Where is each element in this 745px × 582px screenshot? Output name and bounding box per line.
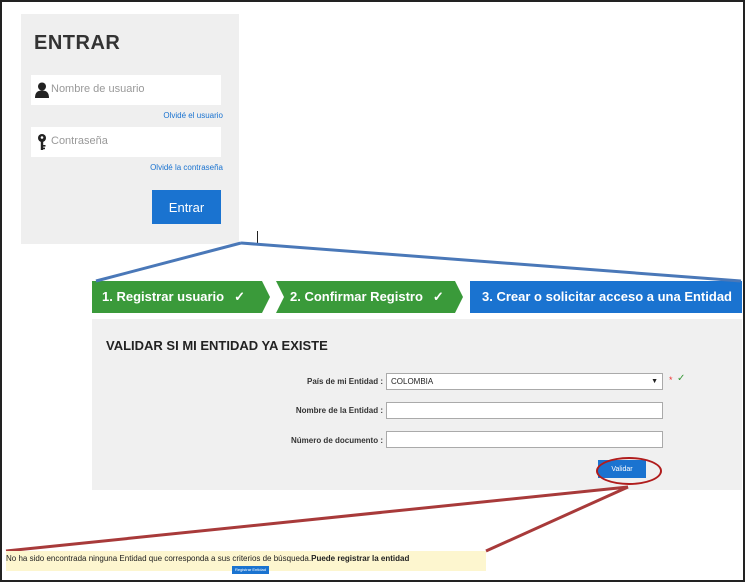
check-icon: ✓: [432, 289, 444, 304]
forgot-user-link[interactable]: Olvidé el usuario: [163, 111, 223, 120]
login-button[interactable]: Entrar: [152, 190, 221, 224]
login-panel: ENTRAR Olvidé el usuario Olvidé la contr…: [21, 14, 239, 244]
login-title: ENTRAR: [34, 32, 121, 54]
highlight-ring: [596, 457, 662, 485]
form-title: VALIDAR SI MI ENTIDAD YA EXISTE: [106, 338, 328, 353]
required-mark: *: [669, 375, 673, 385]
valid-check-icon: ✓: [677, 373, 686, 384]
country-value: COLOMBIA: [391, 377, 434, 386]
country-label: País de mi Entidad :: [306, 377, 383, 386]
country-select[interactable]: COLOMBIA ▼: [386, 373, 663, 390]
step-label: 2. Confirmar Registro: [290, 289, 423, 304]
notice-message: No ha sido encontrada ninguna Entidad qu…: [6, 554, 312, 563]
step-label: 1. Registrar usuario: [102, 289, 225, 304]
dropdown-arrow-icon: ▼: [651, 378, 658, 385]
password-input[interactable]: [51, 131, 216, 151]
entity-name-input[interactable]: [386, 402, 663, 419]
doc-number-label: Número de documento :: [290, 436, 383, 445]
step-create-entity[interactable]: 3. Crear o solicitar acceso a una Entida…: [470, 281, 742, 313]
step-confirm-registration[interactable]: 2. Confirmar Registro ✓: [276, 281, 463, 313]
step-register-user[interactable]: 1. Registrar usuario ✓: [92, 281, 270, 313]
key-icon: [38, 134, 46, 150]
notice-emphasis: Puede registrar la entidad: [311, 554, 410, 563]
password-field[interactable]: [31, 127, 221, 157]
username-input[interactable]: [51, 79, 216, 99]
username-field[interactable]: [31, 75, 221, 105]
entity-name-label: Nombre de la Entidad :: [295, 406, 383, 415]
not-found-notice: No ha sido encontrada ninguna Entidad qu…: [6, 551, 486, 574]
registration-steps: 1. Registrar usuario ✓ 2. Confirmar Regis…: [92, 281, 742, 313]
text-cursor: [257, 231, 258, 243]
forgot-password-link[interactable]: Olvidé la contraseña: [150, 163, 223, 172]
register-entity-button[interactable]: Registrar Entidad: [232, 566, 269, 574]
doc-number-input[interactable]: [386, 431, 663, 448]
step-label: 3. Crear o solicitar acceso a una Entida…: [482, 289, 732, 304]
user-icon: [35, 82, 49, 98]
check-icon: ✓: [234, 289, 246, 304]
